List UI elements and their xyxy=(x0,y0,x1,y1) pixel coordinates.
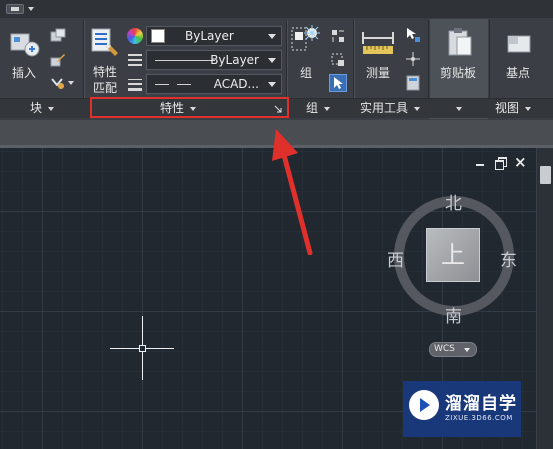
lineweight-value: ACAD... xyxy=(213,77,259,91)
lineweight-dropdown[interactable]: ACAD... xyxy=(146,74,282,94)
highlight-box xyxy=(90,97,289,118)
color-wheel-icon[interactable] xyxy=(127,28,143,44)
list-icon[interactable] xyxy=(127,76,143,92)
quick-select-icon xyxy=(407,28,420,42)
panel-title-view[interactable]: 视图 xyxy=(495,100,532,116)
compass-west[interactable]: 西 xyxy=(387,246,404,271)
watermark-name: 溜溜自学 xyxy=(445,394,517,414)
create-block-icon xyxy=(50,28,66,42)
crosshair-icon xyxy=(406,52,420,66)
compass-north[interactable]: 北 xyxy=(445,189,462,214)
point-style-button[interactable] xyxy=(404,50,422,68)
linetype-lines-icon xyxy=(128,54,142,66)
edit-block-icon xyxy=(50,54,65,67)
scrollbar-thumb[interactable] xyxy=(540,166,551,184)
play-logo-icon xyxy=(409,390,439,420)
basepoint-button[interactable]: 基点 xyxy=(496,24,542,84)
ribbon-toggle-icon xyxy=(6,4,24,14)
match-properties-label-line2: 匹配 xyxy=(93,81,118,95)
insert-button[interactable]: 插入 xyxy=(6,24,44,84)
clipboard-icon xyxy=(448,28,472,56)
group-button[interactable]: 组 xyxy=(290,24,322,84)
id-point-button[interactable] xyxy=(404,74,422,92)
viewcube-top-face[interactable]: 上 xyxy=(427,229,479,281)
linetype-sample xyxy=(155,60,215,61)
object-color-value: ByLayer xyxy=(185,29,234,43)
panel-title-utilities-label: 实用工具 xyxy=(360,101,409,115)
chevron-down-icon xyxy=(464,348,470,352)
minimize-icon[interactable] xyxy=(474,156,486,168)
group-edit-icon xyxy=(331,53,344,66)
group-edit-button[interactable] xyxy=(330,52,346,68)
object-color-dropdown[interactable]: ByLayer xyxy=(146,26,282,46)
list-lines-icon xyxy=(128,79,142,91)
watermark: 溜溜自学 ZIXUE.3D66.COM xyxy=(403,381,521,437)
linetype-dropdown[interactable]: ByLayer xyxy=(146,50,282,70)
chevron-down-icon xyxy=(525,106,532,111)
group-selection-button[interactable] xyxy=(329,74,347,92)
chevron-down-icon xyxy=(414,106,421,111)
ribbon-tab-strip xyxy=(0,0,553,18)
match-properties-icon xyxy=(91,28,118,56)
chevron-down-icon xyxy=(456,106,462,111)
calculator-icon xyxy=(406,75,420,91)
measure-button[interactable]: 测量 xyxy=(358,24,398,84)
panel-title-group[interactable]: 组 xyxy=(306,100,331,116)
crosshair-pickbox xyxy=(139,345,146,352)
ruler-icon xyxy=(362,32,394,54)
wcs-label: WCS xyxy=(434,344,455,354)
basepoint-icon xyxy=(507,35,531,53)
panel-title-view-label: 视图 xyxy=(495,101,520,115)
panel-title-block-label: 块 xyxy=(30,101,43,115)
linetype-value: ByLayer xyxy=(210,53,259,67)
edit-block-button[interactable] xyxy=(50,52,66,68)
vertical-scrollbar[interactable] xyxy=(536,148,553,449)
chevron-down-icon xyxy=(324,106,331,111)
measure-label: 测量 xyxy=(366,66,391,80)
viewcube[interactable]: 上 xyxy=(426,228,480,282)
compass-east[interactable]: 东 xyxy=(500,246,517,271)
ungroup-icon xyxy=(332,30,344,42)
clipboard-label: 剪贴板 xyxy=(440,66,477,80)
chevron-down-icon xyxy=(48,106,55,111)
attribute-icon xyxy=(51,78,74,89)
restore-icon[interactable] xyxy=(494,156,507,170)
linetype-icon[interactable] xyxy=(127,52,143,68)
insert-block-icon xyxy=(10,33,40,57)
match-properties-button[interactable]: 特性 匹配 xyxy=(88,24,122,95)
block-attributes-button[interactable] xyxy=(50,75,76,91)
create-block-button[interactable] xyxy=(50,28,66,44)
watermark-url: ZIXUE.3D66.COM xyxy=(445,414,513,422)
group-label: 组 xyxy=(300,66,313,80)
chevron-down-icon xyxy=(268,82,276,87)
panel-title-group-label: 组 xyxy=(306,101,319,115)
panel-title-clipboard[interactable] xyxy=(450,100,462,116)
select-cursor-icon xyxy=(334,77,343,89)
quick-select-button[interactable] xyxy=(404,26,422,44)
ungroup-button[interactable] xyxy=(330,28,346,44)
panel-title-utilities[interactable]: 实用工具 xyxy=(360,100,421,116)
panel-title-block[interactable]: 块 xyxy=(30,100,55,116)
wcs-menu[interactable]: WCS xyxy=(429,342,477,357)
lineweight-sample xyxy=(177,84,191,85)
group-icon xyxy=(291,25,320,51)
chevron-down-icon xyxy=(28,7,34,11)
basepoint-label: 基点 xyxy=(506,66,531,80)
annotation-arrow xyxy=(272,129,313,255)
color-swatch xyxy=(151,29,165,43)
minimize-ribbon-button[interactable] xyxy=(6,3,36,15)
chevron-down-icon xyxy=(268,34,276,39)
paste-button[interactable]: 剪贴板 xyxy=(436,24,484,84)
lineweight-sample xyxy=(155,84,169,85)
compass-south[interactable]: 南 xyxy=(445,302,462,327)
insert-label: 插入 xyxy=(12,66,37,80)
chevron-down-icon xyxy=(268,58,276,63)
close-icon[interactable]: × xyxy=(514,155,527,170)
match-properties-label-line1: 特性 xyxy=(93,65,118,79)
